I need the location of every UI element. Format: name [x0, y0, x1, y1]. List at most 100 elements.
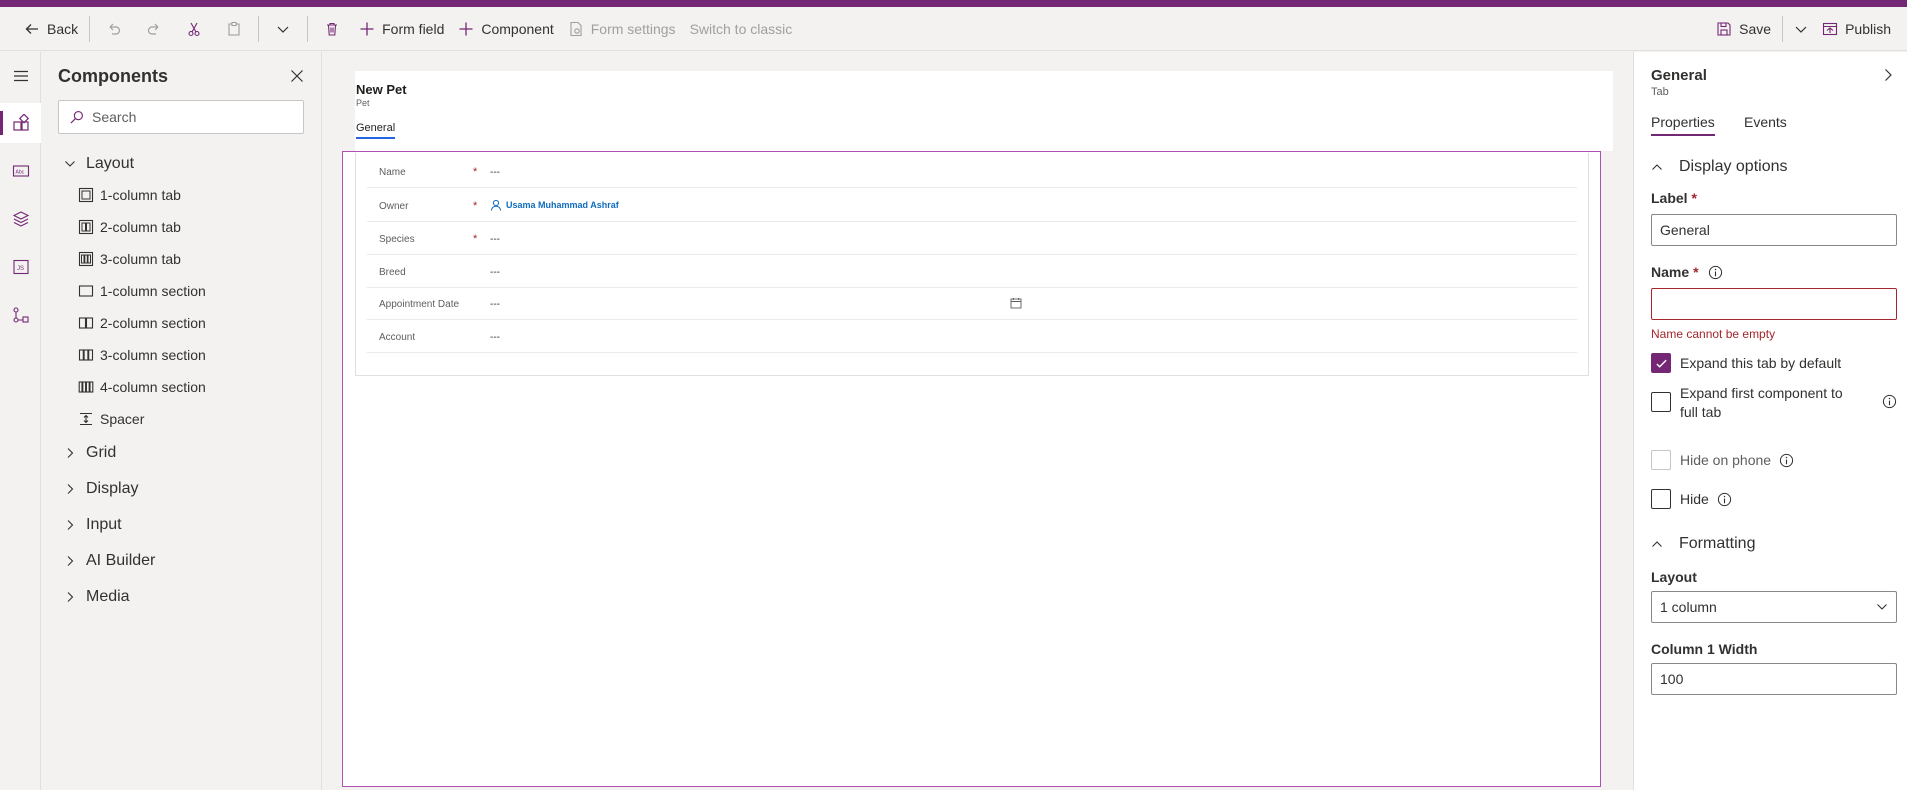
category-grid[interactable]: Grid	[64, 441, 116, 465]
close-icon[interactable]	[289, 68, 305, 84]
component-1-column-tab[interactable]: 1-column tab	[78, 184, 181, 206]
component-label: 1-column section	[100, 283, 206, 299]
expand-first-component-checkbox[interactable]: Expand first component to full tab	[1651, 384, 1897, 422]
redo-button[interactable]	[134, 7, 174, 50]
divider	[1782, 15, 1784, 42]
checkbox-label: Expand this tab by default	[1680, 355, 1842, 371]
redo-icon	[148, 23, 159, 35]
component-label: 2-column tab	[100, 219, 181, 235]
search-icon	[70, 110, 83, 124]
field-row-appointment-date[interactable]: Appointment Date ---	[367, 287, 1577, 320]
one-column-section-icon	[78, 285, 94, 297]
tab-general[interactable]: General	[356, 122, 396, 139]
form-title: New Pet	[356, 82, 407, 97]
info-icon[interactable]	[1779, 453, 1794, 468]
hide-on-phone-checkbox[interactable]: Hide on phone	[1651, 450, 1794, 470]
field-row-breed[interactable]: Breed ---	[367, 255, 1577, 288]
component-label: 4-column section	[100, 379, 206, 395]
delete-button[interactable]	[312, 7, 352, 50]
category-layout[interactable]: Layout	[64, 152, 134, 176]
more-dropdown[interactable]	[263, 7, 303, 50]
arrow-left-icon	[25, 23, 38, 34]
name-field-label: Name *	[1651, 264, 1723, 280]
publish-button[interactable]: Publish	[1815, 7, 1907, 50]
component-2-column-section[interactable]: 2-column section	[78, 312, 206, 334]
form-field-button[interactable]: Form field	[352, 7, 451, 50]
field-row-account[interactable]: Account ---	[367, 320, 1577, 353]
field-row-owner[interactable]: Owner * Usama Muhammad Ashraf	[367, 189, 1577, 222]
person-icon	[491, 199, 501, 211]
field-label: Account	[379, 332, 416, 343]
component-label: 3-column tab	[100, 251, 181, 267]
save-icon	[1717, 21, 1731, 36]
undo-icon	[109, 23, 121, 35]
hide-checkbox[interactable]: Hide	[1651, 489, 1732, 509]
tab-events[interactable]: Events	[1744, 114, 1787, 134]
checkbox-label: Hide	[1680, 491, 1709, 507]
required-indicator: *	[1691, 190, 1697, 206]
component-3-column-section[interactable]: 3-column section	[78, 344, 206, 366]
name-input[interactable]	[1651, 288, 1897, 320]
properties-panel: General Tab Properties Events Display op…	[1633, 52, 1907, 790]
component-button[interactable]: Component	[451, 7, 560, 50]
switch-to-classic-button[interactable]: Switch to classic	[683, 7, 800, 50]
three-column-section-icon	[78, 349, 94, 361]
chevron-right-icon[interactable]	[1881, 68, 1895, 82]
component-label: 2-column section	[100, 315, 206, 331]
undo-button[interactable]	[94, 7, 134, 50]
tree-view-icon	[12, 211, 29, 227]
label-text: Label	[1651, 190, 1688, 206]
components-search	[58, 100, 304, 134]
display-options-header[interactable]: Display options	[1651, 156, 1788, 178]
component-spacer[interactable]: Spacer	[78, 408, 144, 430]
component-2-column-tab[interactable]: 2-column tab	[78, 216, 181, 238]
left-nav-rail: Abc JS	[0, 52, 41, 790]
properties-title: General	[1651, 67, 1707, 84]
field-row-name[interactable]: Name * ---	[367, 155, 1577, 188]
category-ai-builder[interactable]: AI Builder	[64, 549, 155, 573]
label-input[interactable]	[1651, 214, 1897, 246]
info-icon[interactable]	[1708, 265, 1723, 280]
owner-name: Usama Muhammad Ashraf	[506, 200, 619, 210]
cut-button[interactable]	[174, 7, 214, 50]
info-icon[interactable]	[1717, 492, 1732, 507]
column-width-input[interactable]	[1651, 663, 1897, 695]
owner-lookup[interactable]: Usama Muhammad Ashraf	[490, 199, 619, 211]
info-icon[interactable]	[1882, 394, 1897, 409]
expand-tab-by-default-checkbox[interactable]: Expand this tab by default	[1651, 353, 1841, 373]
section-label: Display options	[1679, 158, 1788, 175]
rail-table-columns-button[interactable]: Abc	[0, 151, 41, 191]
field-label: Owner	[379, 201, 409, 212]
command-bar-right: Save Publish	[1709, 7, 1907, 50]
checkbox-label: Expand first component to full tab	[1680, 385, 1843, 420]
field-row-species[interactable]: Species * ---	[367, 222, 1577, 255]
hamburger-menu-button[interactable]	[0, 56, 41, 96]
back-button[interactable]: Back	[17, 7, 85, 50]
required-indicator: *	[473, 233, 478, 245]
save-button[interactable]: Save	[1709, 7, 1778, 50]
component-1-column-section[interactable]: 1-column section	[78, 280, 206, 302]
component-4-column-section[interactable]: 4-column section	[78, 376, 206, 398]
category-display[interactable]: Display	[64, 477, 138, 501]
publish-label: Publish	[1845, 20, 1891, 37]
rail-tree-view-button[interactable]	[0, 199, 41, 239]
tab-properties[interactable]: Properties	[1651, 114, 1715, 136]
formatting-header[interactable]: Formatting	[1651, 533, 1755, 555]
search-input[interactable]	[92, 109, 292, 125]
component-3-column-tab[interactable]: 3-column tab	[78, 248, 181, 270]
form-settings-label: Form settings	[590, 20, 676, 37]
components-panel: Components Layout 1-column tab 2-column …	[42, 52, 322, 790]
paste-button[interactable]	[214, 7, 254, 50]
field-value: ---	[490, 299, 500, 310]
rail-components-button[interactable]	[0, 103, 41, 143]
save-options-dropdown[interactable]	[1787, 7, 1815, 50]
category-input[interactable]: Input	[64, 513, 122, 537]
category-media[interactable]: Media	[64, 585, 130, 609]
rail-form-libraries-button[interactable]: JS	[0, 247, 41, 287]
layout-select[interactable]: 1 column	[1651, 591, 1897, 623]
rail-business-rules-button[interactable]	[0, 295, 41, 335]
label-text: Name	[1651, 264, 1690, 280]
form-settings-button[interactable]: Form settings	[561, 7, 683, 50]
label-field-label: Label *	[1651, 190, 1697, 206]
table-columns-icon: Abc	[12, 165, 29, 177]
